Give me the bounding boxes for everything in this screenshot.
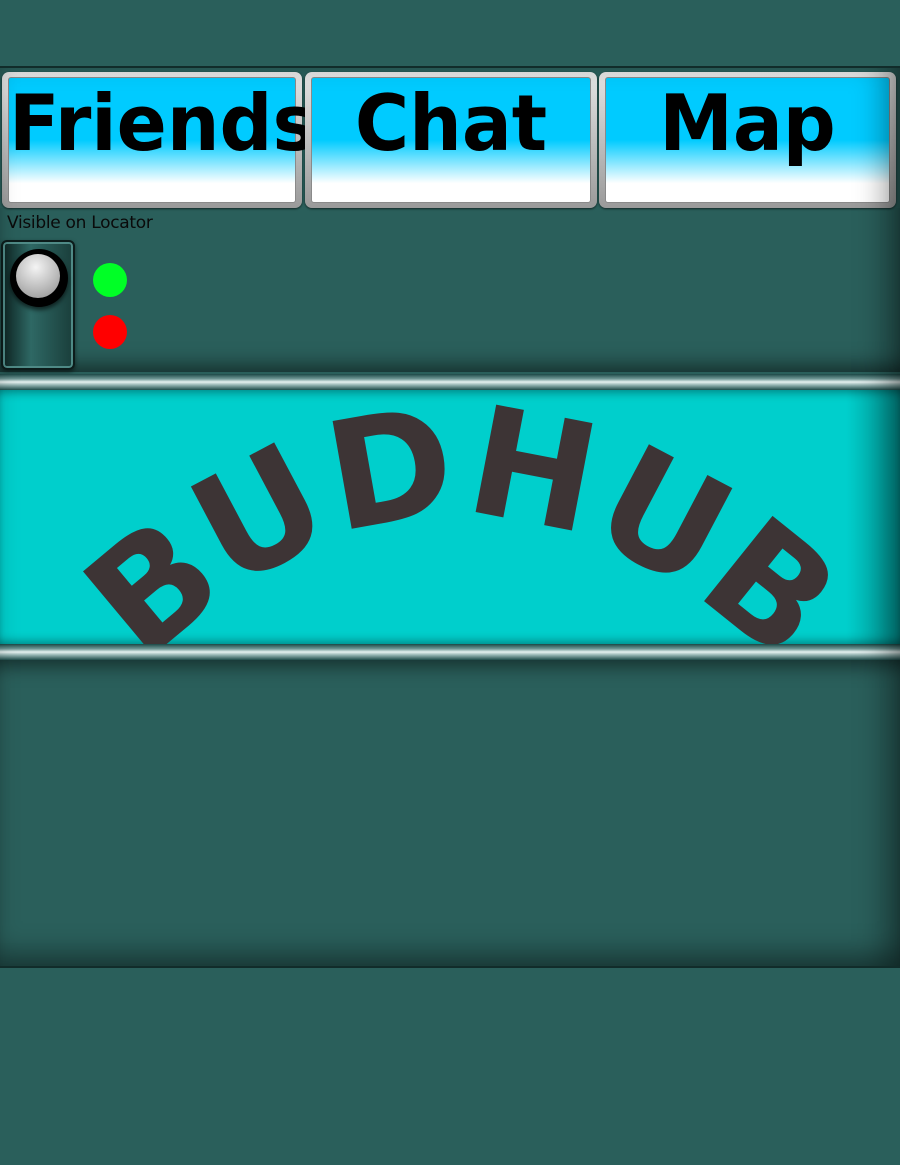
tab-map-face: Map bbox=[605, 77, 890, 203]
locator-visibility-label: Visible on Locator bbox=[7, 213, 153, 233]
tab-chat-face: Chat bbox=[311, 77, 591, 203]
visibility-toggle-switch[interactable] bbox=[1, 240, 75, 370]
tab-chat[interactable]: Chat bbox=[305, 72, 597, 208]
logo-text: BUDHUB bbox=[54, 390, 869, 644]
budhub-logo: BUDHUB bbox=[54, 390, 869, 644]
banner-top-divider bbox=[0, 374, 900, 390]
visible-on-indicator-icon bbox=[93, 263, 127, 297]
banner-bottom-divider bbox=[0, 644, 900, 660]
tab-friends-face: Friends bbox=[8, 77, 317, 203]
logo-text-path: BUDHUB bbox=[54, 390, 869, 644]
tab-bar: Friends Chat Map bbox=[2, 72, 898, 210]
locator-visibility-section: Visible on Locator bbox=[0, 208, 900, 372]
tab-chat-label: Chat bbox=[354, 78, 548, 170]
toggle-knob[interactable] bbox=[10, 249, 68, 307]
main-panel: Friends Chat Map Visible on Locator BUDH… bbox=[0, 66, 900, 968]
tab-map-label: Map bbox=[659, 78, 836, 170]
tab-map[interactable]: Map bbox=[599, 72, 896, 208]
content-area bbox=[0, 660, 900, 966]
logo-banner: BUDHUB bbox=[0, 390, 900, 644]
tab-friends[interactable]: Friends bbox=[2, 72, 317, 208]
visible-off-indicator-icon bbox=[93, 315, 127, 349]
tab-friends-label: Friends bbox=[9, 78, 317, 170]
